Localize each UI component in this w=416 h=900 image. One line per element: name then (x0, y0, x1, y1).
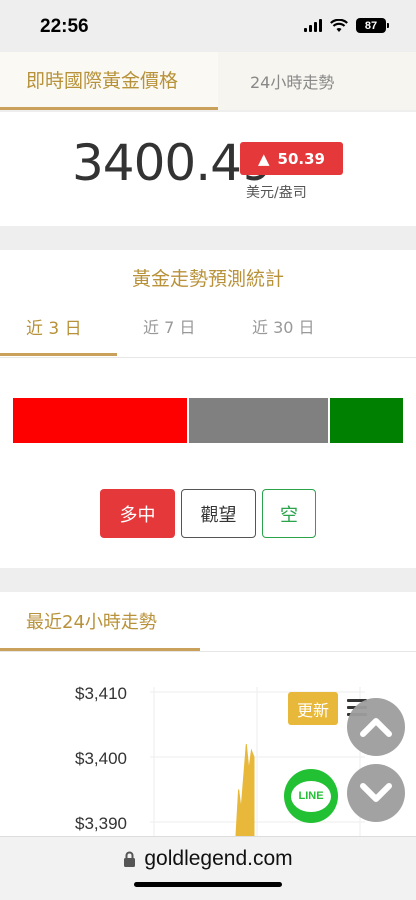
distribution-segment-2 (330, 398, 403, 443)
active-tab-indicator (0, 353, 117, 356)
price-area-series (235, 743, 255, 837)
line-chat-button[interactable]: LINE (284, 769, 338, 823)
status-time: 22:56 (40, 16, 89, 37)
tab-24h-trend[interactable]: 24小時走勢 (218, 52, 416, 110)
forecast-distribution-bar (13, 398, 403, 443)
y-tick-label: $3,400 (75, 749, 127, 768)
url-display[interactable]: goldlegend.com (0, 847, 416, 871)
divider (0, 357, 416, 358)
distribution-segment-1 (189, 398, 328, 443)
status-bar: 22:56 87 (0, 0, 416, 52)
distribution-segment-0 (13, 398, 187, 443)
scroll-down-button[interactable] (347, 764, 405, 822)
tab-live-price[interactable]: 即時國際黃金價格 (0, 52, 218, 110)
up-arrow-icon: ▲ (258, 149, 270, 168)
refresh-button[interactable]: 更新 (288, 692, 338, 725)
vote-bull-button[interactable]: 多中 (100, 489, 175, 538)
status-icons: 87 (304, 18, 389, 33)
tab-3-days[interactable]: 近 3 日 (26, 314, 82, 339)
price-tabs: 即時國際黃金價格 24小時走勢 (0, 52, 416, 110)
y-tick-label: $3,410 (75, 684, 127, 703)
forecast-card: 黃金走勢預測統計 近 3 日 近 7 日 近 30 日 多中 觀望 空 (0, 250, 416, 568)
battery-icon: 87 (356, 18, 389, 33)
tab-30-days[interactable]: 近 30 日 (252, 314, 315, 338)
url-text: goldlegend.com (144, 847, 293, 870)
line-icon: LINE (291, 780, 331, 812)
tab-7-days[interactable]: 近 7 日 (143, 314, 195, 338)
forecast-title: 黃金走勢預測統計 (131, 268, 284, 290)
price-change-value: 50.39 (277, 149, 325, 168)
signal-icon (304, 19, 322, 32)
lock-icon (124, 851, 136, 867)
price-change-badge: ▲ 50.39 (240, 142, 343, 175)
browser-address-bar[interactable]: goldlegend.com (0, 836, 416, 900)
wifi-icon (330, 18, 348, 32)
price-card: 3400.49 美元/盎司 (0, 112, 416, 226)
home-indicator (134, 882, 282, 887)
vote-bear-button[interactable]: 空 (262, 489, 316, 538)
y-tick-label: $3,390 (75, 814, 127, 833)
scroll-up-button[interactable] (347, 698, 405, 756)
price-unit: 美元/盎司 (246, 185, 307, 201)
chevron-up-icon (360, 718, 392, 737)
chevron-down-icon (360, 783, 392, 802)
divider (0, 651, 416, 652)
vote-neutral-button[interactable]: 觀望 (181, 489, 256, 538)
trend-title: 最近24小時走勢 (26, 612, 157, 633)
